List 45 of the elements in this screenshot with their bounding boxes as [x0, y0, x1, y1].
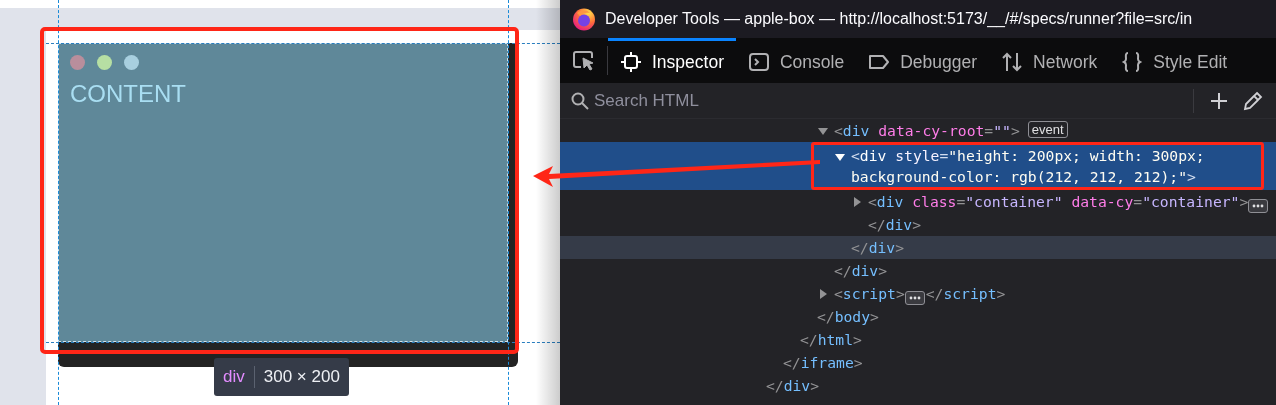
devtools-tab[interactable]: Console	[736, 38, 857, 83]
content-text: CONTENT	[70, 80, 187, 108]
toggle-triangle-icon[interactable]	[818, 288, 828, 299]
browser-logo	[572, 7, 596, 31]
markup-text: </html>	[800, 331, 862, 348]
plus-icon	[1209, 90, 1229, 111]
inspector-icon	[620, 51, 642, 73]
devtools-tab[interactable]: Style Edit	[1109, 38, 1240, 83]
markup-text: </div>	[834, 262, 888, 279]
markup-text: <div style="height: 200px; width: 300px; background-color: rgb(212, 212, 212);">	[851, 147, 1205, 185]
markup-text: </div>	[851, 239, 905, 256]
event-badge[interactable]: event	[1027, 121, 1068, 138]
cursor-in-frame-icon	[571, 49, 596, 72]
devtools-tab[interactable]: Network	[989, 38, 1110, 83]
markup-row[interactable]: <div style="height: 200px; width: 300px; background-color: rgb(212, 212, 212);">	[560, 142, 1276, 190]
markup-row[interactable]: <div class="container" data-cy="container"> </div>	[560, 190, 1276, 236]
up-down-arrows-icon	[1001, 51, 1024, 73]
ellipsis-icon	[1252, 204, 1265, 208]
markup-text: <div class="container" data-cy="container">	[868, 193, 1249, 210]
markup-text: </div>	[868, 216, 922, 233]
eyedropper-icon	[1243, 90, 1263, 111]
size-label: 300 × 200	[263, 367, 340, 387]
markup-text: </script>	[925, 285, 1006, 302]
devtools-tab[interactable]: Debugger	[856, 38, 990, 83]
markup-text: <div data-cy-root="">	[834, 122, 1020, 139]
expand-button[interactable]	[904, 291, 925, 305]
markup-row[interactable]: <script> </script>	[560, 282, 1276, 305]
toggle-triangle-icon[interactable]	[835, 151, 845, 162]
ellipsis-icon	[908, 296, 921, 300]
search-icon	[570, 90, 590, 111]
toggle-triangle-icon[interactable]	[818, 125, 828, 136]
toggle-triangle-icon[interactable]	[852, 196, 862, 207]
search-field[interactable]: Search HTML	[594, 90, 1193, 111]
console-icon	[748, 51, 770, 73]
window-title: Developer Tools — apple-box — http://localhost:5173/__/#/specs/runner?file=src/in	[605, 10, 1193, 28]
markup-text: </iframe>	[783, 354, 863, 371]
braces-icon	[1121, 51, 1144, 73]
markup-text: </div>	[766, 377, 820, 394]
tag-name: div	[223, 367, 245, 387]
markup-text: <script>	[834, 285, 905, 302]
expand-button[interactable]	[1248, 199, 1269, 213]
markup-row[interactable]: <div data-cy-root=""> event	[560, 119, 1276, 142]
markup-row[interactable]: </div>	[560, 236, 1276, 259]
markup-text: </body>	[817, 308, 879, 325]
devtools-tab[interactable]: Inspector	[608, 38, 736, 83]
